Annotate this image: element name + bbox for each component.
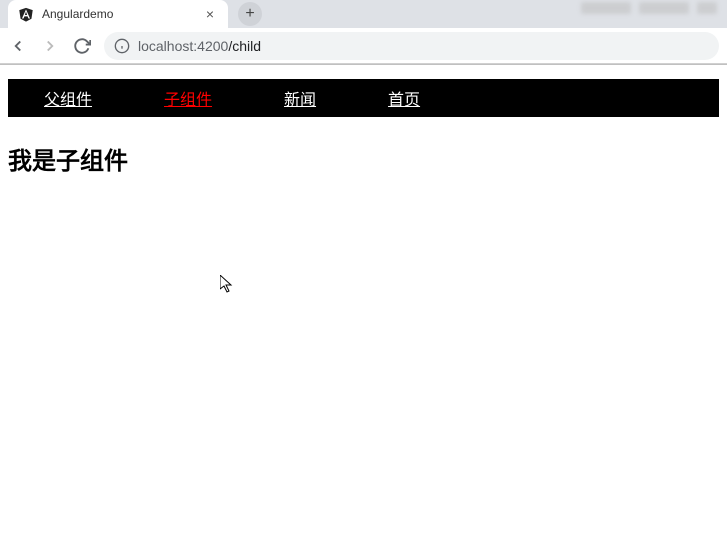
- nav-item-home[interactable]: 首页: [352, 86, 456, 110]
- plus-icon: +: [245, 5, 254, 23]
- reload-button[interactable]: [72, 36, 92, 56]
- browser-chrome: Angulardemo × + localhost:4200/child: [0, 0, 727, 65]
- url-path: /child: [228, 38, 261, 54]
- url-host: localhost: [138, 38, 193, 54]
- back-button[interactable]: [8, 36, 28, 56]
- new-tab-button[interactable]: +: [238, 2, 262, 26]
- tab-title: Angulardemo: [42, 7, 194, 21]
- profile-blur: [581, 2, 631, 14]
- forward-button[interactable]: [40, 36, 60, 56]
- close-tab-icon[interactable]: ×: [202, 6, 218, 22]
- angular-favicon: [18, 6, 34, 22]
- url-port: :4200: [193, 38, 228, 54]
- browser-tab[interactable]: Angulardemo ×: [8, 0, 228, 28]
- app-nav-bar: 父组件 子组件 新闻 首页: [8, 79, 719, 117]
- site-info-icon[interactable]: [114, 38, 130, 54]
- nav-item-child[interactable]: 子组件: [128, 86, 248, 110]
- url-text: localhost:4200/child: [138, 38, 261, 54]
- browser-toolbar: localhost:4200/child: [0, 28, 727, 64]
- profile-area: [581, 2, 717, 14]
- tab-bar: Angulardemo × +: [0, 0, 727, 28]
- page-heading: 我是子组件: [8, 141, 727, 176]
- page-content: 父组件 子组件 新闻 首页 我是子组件: [0, 79, 727, 176]
- nav-item-news[interactable]: 新闻: [248, 86, 352, 110]
- mouse-cursor-icon: [220, 275, 236, 300]
- address-bar[interactable]: localhost:4200/child: [104, 32, 719, 60]
- nav-item-parent[interactable]: 父组件: [8, 86, 128, 110]
- profile-blur: [639, 2, 689, 14]
- profile-blur: [697, 2, 717, 14]
